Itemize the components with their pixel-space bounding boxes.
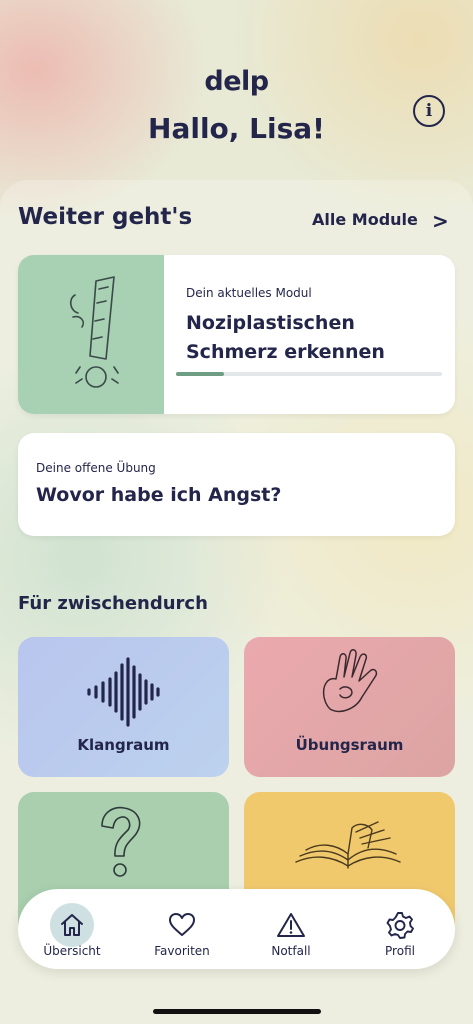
section-title-between: Für zwischendurch [18, 593, 208, 614]
chevron-right-icon[interactable]: > [432, 209, 449, 233]
tab-label: Übersicht [43, 944, 101, 958]
home-icon [50, 903, 94, 947]
tab-notfall[interactable]: Notfall [246, 889, 336, 969]
exercise-caption: Deine offene Übung [36, 461, 156, 475]
tile-label: Übungsraum [295, 736, 404, 754]
section-title-continue: Weiter geht's [18, 204, 193, 230]
sound-wave-icon [87, 657, 160, 727]
tab-label: Notfall [271, 944, 311, 958]
current-module-card[interactable]: Dein aktuelles Modul Noziplastischen Sch… [18, 255, 455, 414]
module-progress-fill [176, 372, 224, 376]
tile-klangraum[interactable]: Klangraum [18, 637, 229, 777]
greeting: Hallo, Lisa! [148, 112, 325, 145]
open-exercise-card[interactable]: Deine offene Übung Wovor habe ich Angst? [18, 433, 455, 536]
tab-profil[interactable]: Profil [355, 889, 445, 969]
open-book-icon [295, 821, 401, 869]
warning-icon [269, 903, 313, 947]
home-indicator[interactable] [153, 1009, 321, 1014]
module-illustration [18, 255, 164, 414]
heart-icon [160, 903, 204, 947]
app-logo: delp [204, 66, 269, 97]
gear-icon [378, 903, 422, 947]
tab-label: Favoriten [154, 944, 210, 958]
question-mark-icon [101, 806, 141, 877]
module-title: Noziplastischen Schmerz erkennen [186, 312, 385, 363]
tab-uebersicht[interactable]: Übersicht [27, 889, 117, 969]
exclamation-illustration [69, 276, 119, 388]
tab-bar: Übersicht Favoriten Notfall Profil [18, 889, 455, 969]
exercise-title: Wovor habe ich Angst? [36, 484, 282, 506]
hand-icon [322, 649, 378, 713]
tab-favoriten[interactable]: Favoriten [137, 889, 227, 969]
module-progress-bar [176, 372, 442, 376]
tile-uebungsraum[interactable]: Übungsraum [244, 637, 455, 777]
header: delp Hallo, Lisa! i [0, 0, 473, 185]
tab-label: Profil [385, 944, 415, 958]
info-icon[interactable]: i [413, 95, 445, 127]
all-modules-link[interactable]: Alle Module [312, 210, 418, 229]
tile-label: Klangraum [77, 736, 170, 754]
module-caption: Dein aktuelles Modul [186, 286, 312, 300]
